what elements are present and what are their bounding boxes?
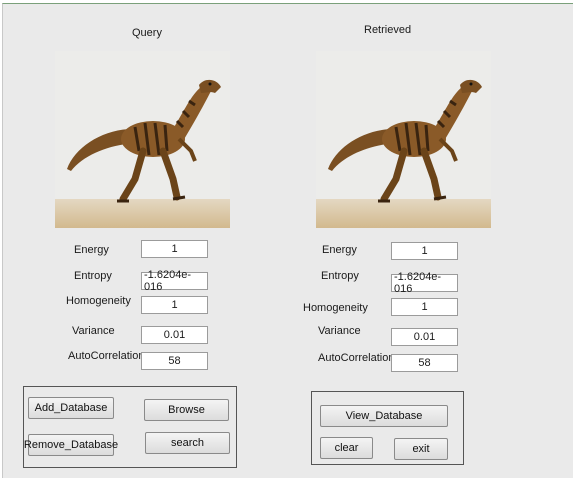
add-database-button[interactable]: Add_Database bbox=[28, 397, 114, 419]
query-energy-field[interactable]: 1 bbox=[141, 240, 208, 258]
retrieved-image bbox=[316, 51, 491, 228]
retrieved-energy-field[interactable]: 1 bbox=[391, 242, 458, 260]
retrieved-autocorrelation-field[interactable]: 58 bbox=[391, 354, 458, 372]
retrieved-title: Retrieved bbox=[364, 24, 412, 36]
retrieved-energy-label: Energy bbox=[322, 244, 357, 256]
browse-button[interactable]: Browse bbox=[144, 399, 229, 421]
retrieved-homogeneity-field[interactable]: 1 bbox=[391, 298, 458, 316]
exit-button[interactable]: exit bbox=[394, 438, 448, 460]
query-homogeneity-label: Homogeneity bbox=[66, 295, 131, 307]
query-autocorrelation-label: AutoCorrelation bbox=[68, 350, 145, 362]
query-homogeneity-field[interactable]: 1 bbox=[141, 296, 208, 314]
view-database-button[interactable]: View_Database bbox=[320, 405, 448, 427]
dinosaur-image bbox=[55, 51, 230, 228]
query-autocorrelation-field[interactable]: 58 bbox=[141, 352, 208, 370]
search-button[interactable]: search bbox=[145, 432, 230, 454]
query-energy-label: Energy bbox=[74, 244, 109, 256]
clear-button[interactable]: clear bbox=[320, 437, 373, 459]
retrieved-homogeneity-label: Homogeneity bbox=[303, 302, 368, 314]
remove-database-button[interactable]: Remove_Database bbox=[24, 434, 118, 456]
retrieved-entropy-field[interactable]: -1.6204e-016 bbox=[391, 271, 458, 295]
dinosaur-image bbox=[316, 51, 491, 228]
query-entropy-label: Entropy bbox=[74, 270, 112, 282]
query-title: Query bbox=[132, 27, 162, 39]
retrieved-variance-field[interactable]: 0.01 bbox=[391, 328, 458, 346]
retrieved-entropy-label: Entropy bbox=[321, 270, 359, 282]
retrieved-autocorrelation-label: AutoCorrelation bbox=[318, 352, 395, 364]
query-entropy-field[interactable]: -1.6204e-016 bbox=[141, 269, 208, 293]
retrieved-variance-label: Variance bbox=[318, 325, 361, 337]
query-variance-label: Variance bbox=[72, 325, 115, 337]
query-image bbox=[55, 51, 230, 228]
query-variance-field[interactable]: 0.01 bbox=[141, 326, 208, 344]
